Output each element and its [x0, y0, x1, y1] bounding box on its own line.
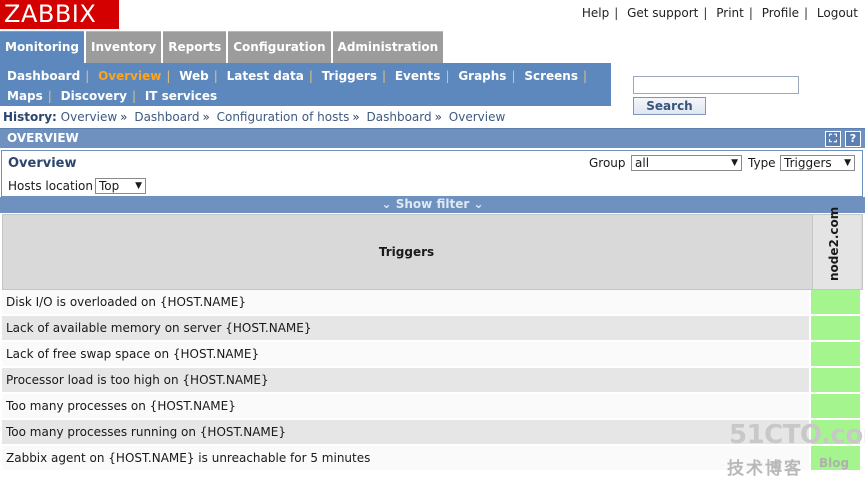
- search-button[interactable]: Search: [633, 97, 706, 115]
- history-item[interactable]: Dashboard: [134, 110, 199, 124]
- history-label: History:: [3, 110, 57, 124]
- trigger-name: Lack of available memory on server {HOST…: [2, 316, 809, 340]
- chevron-down-icon: ▼: [844, 158, 851, 168]
- chevron-down-icon: ⌄: [381, 197, 392, 211]
- submenu-latest-data[interactable]: Latest data: [224, 69, 307, 83]
- host-column-header: node2.com: [812, 207, 861, 289]
- print-link[interactable]: Print: [716, 6, 744, 20]
- submenu-events[interactable]: Events: [392, 69, 444, 83]
- group-label: Group: [589, 156, 626, 170]
- type-label: Type: [748, 156, 776, 170]
- trigger-status-cell[interactable]: [811, 316, 860, 340]
- table-row: Lack of available memory on server {HOST…: [2, 316, 863, 342]
- logout-link[interactable]: Logout: [817, 6, 858, 20]
- history-item[interactable]: Dashboard: [367, 110, 432, 124]
- tab-configuration[interactable]: Configuration: [228, 31, 331, 63]
- history-item[interactable]: Configuration of hosts: [217, 110, 350, 124]
- trigger-name: Processor load is too high on {HOST.NAME…: [2, 368, 809, 392]
- type-select[interactable]: Triggers ▼: [780, 155, 855, 171]
- triggers-column-header: Triggers: [378, 245, 435, 259]
- table-row: Disk I/O is overloaded on {HOST.NAME}: [2, 290, 863, 316]
- hosts-location-value: Top: [99, 179, 120, 193]
- history-item[interactable]: Overview: [61, 110, 118, 124]
- help-link[interactable]: Help: [582, 6, 609, 20]
- zabbix-logo[interactable]: ZABBIX: [0, 0, 119, 29]
- fullscreen-icon[interactable]: ⛶: [825, 131, 841, 147]
- history-item[interactable]: Overview: [449, 110, 506, 124]
- panel-title: OVERVIEW: [7, 131, 79, 145]
- group-select-value: all: [635, 156, 650, 170]
- overview-heading: Overview: [8, 156, 77, 171]
- tab-reports[interactable]: Reports: [163, 31, 227, 63]
- watermark-cn: 技术博客: [727, 459, 803, 479]
- show-filter-toggle[interactable]: ⌄ Show filter ⌄: [0, 197, 865, 213]
- trigger-status-cell[interactable]: [811, 394, 860, 418]
- overview-filter-panel: Overview Group all ▼ Type Triggers ▼ Hos…: [1, 150, 863, 197]
- submenu-discovery[interactable]: Discovery: [58, 89, 130, 103]
- sub-menu-row-1: Dashboard | Overview | Web | Latest data | T…: [4, 66, 611, 86]
- submenu-it-services[interactable]: IT services: [142, 89, 220, 103]
- hosts-location-label: Hosts location: [8, 179, 94, 193]
- submenu-overview[interactable]: Overview: [95, 69, 164, 83]
- trigger-name: Too many processes running on {HOST.NAME…: [2, 420, 809, 444]
- get-support-link[interactable]: Get support: [627, 6, 698, 20]
- tab-monitoring[interactable]: Monitoring: [0, 31, 84, 63]
- trigger-name: Too many processes on {HOST.NAME}: [2, 394, 809, 418]
- table-row: Lack of free swap space on {HOST.NAME}: [2, 342, 863, 368]
- trigger-status-cell[interactable]: [811, 290, 860, 314]
- submenu-graphs[interactable]: Graphs: [455, 69, 509, 83]
- show-filter-label: Show filter: [395, 197, 470, 211]
- watermark-blog: Blog: [819, 456, 850, 470]
- trigger-name: Zabbix agent on {HOST.NAME} is unreachab…: [2, 446, 809, 470]
- trigger-name: Disk I/O is overloaded on {HOST.NAME}: [2, 290, 809, 314]
- search-input[interactable]: [633, 76, 799, 94]
- table-row: Too many processes on {HOST.NAME}: [2, 394, 863, 420]
- help-icon[interactable]: ?: [845, 131, 861, 147]
- submenu-maps[interactable]: Maps: [4, 89, 46, 103]
- main-menu: Monitoring Inventory Reports Configurati…: [0, 31, 445, 63]
- overview-title-bar: OVERVIEW ⛶ ?: [0, 128, 865, 148]
- tab-inventory[interactable]: Inventory: [86, 31, 162, 63]
- chevron-down-icon: ▼: [731, 158, 738, 168]
- sub-menu: Dashboard | Overview | Web | Latest data | T…: [0, 63, 611, 106]
- trigger-status-cell[interactable]: [811, 368, 860, 392]
- top-links: Help | Get support | Print | Profile | Logou…: [581, 6, 858, 20]
- hosts-location-select[interactable]: Top ▼: [95, 178, 146, 194]
- trigger-status-cell[interactable]: [811, 342, 860, 366]
- profile-link[interactable]: Profile: [762, 6, 799, 20]
- breadcrumb: History: Overview» Dashboard» Configurat…: [3, 110, 506, 124]
- chevron-down-icon: ⌄: [473, 197, 484, 211]
- group-select[interactable]: all ▼: [631, 155, 742, 171]
- type-select-value: Triggers: [784, 156, 832, 170]
- watermark: 51CTO.com 技术博客 Blog: [727, 420, 865, 480]
- watermark-site: 51CTO.com: [729, 420, 865, 450]
- submenu-dashboard[interactable]: Dashboard: [4, 69, 83, 83]
- sub-menu-row-2: Maps | Discovery | IT services: [4, 86, 611, 106]
- submenu-triggers[interactable]: Triggers: [319, 69, 380, 83]
- host-name: node2.com: [827, 206, 841, 281]
- submenu-web[interactable]: Web: [176, 69, 212, 83]
- trigger-name: Lack of free swap space on {HOST.NAME}: [2, 342, 809, 366]
- table-row: Processor load is too high on {HOST.NAME…: [2, 368, 863, 394]
- chevron-down-icon: ▼: [135, 181, 142, 191]
- header: ZABBIX Help | Get support | Print | Profile…: [0, 0, 865, 30]
- submenu-screens[interactable]: Screens: [521, 69, 581, 83]
- tab-administration[interactable]: Administration: [332, 31, 444, 63]
- table-header: Triggers node2.com: [2, 207, 863, 290]
